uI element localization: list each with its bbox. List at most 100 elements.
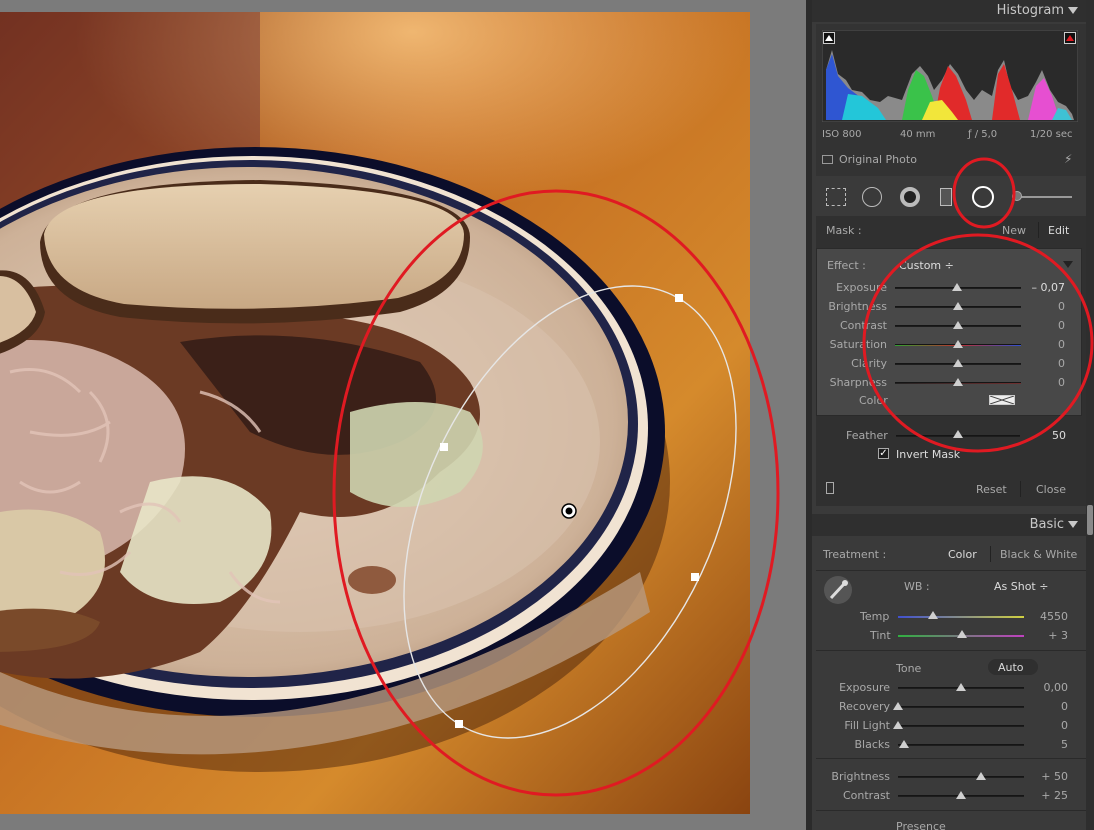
exposure-label: Exposure xyxy=(839,681,890,694)
exposure-value: 0,00 xyxy=(1043,681,1069,694)
focal-length-value: 40 mm xyxy=(900,129,936,140)
brightness-slider-knob[interactable] xyxy=(976,772,987,780)
mask-clarity-label: Clarity xyxy=(851,357,887,370)
blacks-slider-knob[interactable] xyxy=(899,740,910,748)
brightness-value: + 50 xyxy=(1041,770,1068,783)
recovery-slider-knob[interactable] xyxy=(893,702,903,710)
mask-brightness-label: Brightness xyxy=(828,300,887,313)
mask-section: Mask : New Edit Effect : Custom ÷ Exposu… xyxy=(816,216,1086,506)
invert-mask-checkbox[interactable]: ✓ xyxy=(878,448,889,459)
temp-value: 4550 xyxy=(1040,610,1068,623)
lightning-icon[interactable]: ⚡ xyxy=(1064,152,1072,166)
tone-label: Tone xyxy=(896,662,922,675)
mask-color-label: Color xyxy=(859,394,888,407)
wb-select[interactable]: As Shot ÷ xyxy=(994,580,1048,593)
temp-label: Temp xyxy=(860,610,890,623)
eyedropper-icon[interactable] xyxy=(824,576,852,604)
recovery-value: 0 xyxy=(1061,700,1068,713)
mask-contrast-slider-knob[interactable] xyxy=(953,321,963,329)
contrast-slider-knob[interactable] xyxy=(956,791,966,799)
contrast-value: + 25 xyxy=(1041,789,1068,802)
treatment-color-button[interactable]: Color xyxy=(948,548,977,561)
mask-clarity-value: 0 xyxy=(1058,357,1065,370)
effect-preset-select[interactable]: Custom ÷ xyxy=(899,259,954,272)
image-canvas[interactable] xyxy=(0,0,806,830)
feather-slider-knob[interactable] xyxy=(953,430,963,438)
tint-slider-knob[interactable] xyxy=(957,630,968,638)
auto-tone-button[interactable]: Auto xyxy=(998,661,1024,674)
blacks-value: 5 xyxy=(1061,738,1068,751)
spot-removal-icon[interactable] xyxy=(862,187,882,207)
shadow-clipping-indicator[interactable] xyxy=(823,32,835,44)
mask-exposure-slider-knob[interactable] xyxy=(951,283,962,291)
mask-exposure-value: – 0,07 xyxy=(1031,281,1066,294)
mask-sharpness-value: 0 xyxy=(1058,376,1065,389)
mask-saturation-value: 0 xyxy=(1058,338,1065,351)
mask-brightness-slider-knob[interactable] xyxy=(953,302,963,310)
fill-light-slider-knob[interactable] xyxy=(893,721,903,729)
develop-panel: Histogram ISO 800 40 mm ƒ / 5,0 1/20 sec… xyxy=(812,0,1094,830)
mask-contrast-label: Contrast xyxy=(839,319,887,332)
recovery-slider-track[interactable] xyxy=(898,706,1024,708)
histogram-title: Histogram xyxy=(996,3,1064,18)
effect-label: Effect : xyxy=(827,259,866,272)
original-photo-checkbox[interactable] xyxy=(822,155,833,164)
recovery-label: Recovery xyxy=(838,700,890,713)
histogram-header[interactable]: Histogram xyxy=(812,0,1086,22)
invert-mask-label: Invert Mask xyxy=(896,448,961,461)
fill-light-slider-track[interactable] xyxy=(898,725,1024,727)
contrast-label: Contrast xyxy=(842,789,890,802)
fill-light-value: 0 xyxy=(1061,719,1068,732)
treatment-bw-button[interactable]: Black & White xyxy=(1000,548,1077,561)
radial-filter-icon[interactable] xyxy=(972,186,994,208)
presence-label: Presence xyxy=(896,820,946,830)
effect-box: Effect : Custom ÷ Exposure – 0,07 Brightn… xyxy=(816,248,1082,416)
tint-label: Tint xyxy=(870,629,891,642)
basic-header[interactable]: Basic xyxy=(812,514,1086,536)
exposure-slider-knob[interactable] xyxy=(956,683,966,691)
fill-light-label: Fill Light xyxy=(844,719,890,732)
shutter-value: 1/20 sec xyxy=(1030,129,1073,140)
mask-edit-button[interactable]: Edit xyxy=(1048,224,1069,237)
tint-value: + 3 xyxy=(1048,629,1068,642)
graduated-filter-icon[interactable] xyxy=(940,188,952,206)
feather-label: Feather xyxy=(846,429,888,442)
collapse-triangle-icon[interactable] xyxy=(1068,7,1078,14)
mask-sharpness-slider-knob[interactable] xyxy=(953,378,963,386)
blacks-slider-track[interactable] xyxy=(898,744,1024,746)
basic-collapse-icon[interactable] xyxy=(1068,521,1078,528)
brightness-label: Brightness xyxy=(831,770,890,783)
mask-brightness-value: 0 xyxy=(1058,300,1065,313)
histogram-graph xyxy=(822,30,1078,122)
panel-scrollbar[interactable] xyxy=(1086,0,1094,830)
brush-slider-knob[interactable] xyxy=(1012,191,1022,201)
mask-saturation-slider-knob[interactable] xyxy=(953,340,963,348)
crop-tool-icon[interactable] xyxy=(826,188,846,206)
mask-toggle-switch[interactable] xyxy=(826,482,834,494)
highlight-clipping-indicator[interactable] xyxy=(1064,32,1076,44)
mask-sharpness-label: Sharpness xyxy=(829,376,887,389)
scroll-thumb[interactable] xyxy=(1087,505,1093,535)
aperture-value: ƒ / 5,0 xyxy=(968,129,998,140)
photo[interactable] xyxy=(0,12,750,814)
sandwich-photo xyxy=(0,12,750,814)
temp-slider-knob[interactable] xyxy=(928,611,939,619)
temp-slider-track[interactable] xyxy=(898,616,1024,618)
effect-collapse-icon[interactable] xyxy=(1063,261,1073,268)
tool-strip xyxy=(816,180,1086,214)
brightness-slider-track[interactable] xyxy=(898,776,1024,778)
original-photo-label: Original Photo xyxy=(839,153,917,166)
mask-exposure-label: Exposure xyxy=(836,281,887,294)
mask-new-button[interactable]: New xyxy=(1002,224,1026,237)
reset-button[interactable]: Reset xyxy=(976,483,1007,496)
feather-value: 50 xyxy=(1052,429,1066,442)
red-eye-icon[interactable] xyxy=(900,187,920,207)
mask-contrast-value: 0 xyxy=(1058,319,1065,332)
mask-label: Mask : xyxy=(826,224,862,237)
mask-color-swatch[interactable] xyxy=(989,395,1015,405)
mask-clarity-slider-knob[interactable] xyxy=(953,359,963,367)
histogram-section: ISO 800 40 mm ƒ / 5,0 1/20 sec Original … xyxy=(816,24,1086,176)
blacks-label: Blacks xyxy=(854,738,891,751)
treatment-label: Treatment : xyxy=(823,548,887,561)
close-button[interactable]: Close xyxy=(1036,483,1066,496)
